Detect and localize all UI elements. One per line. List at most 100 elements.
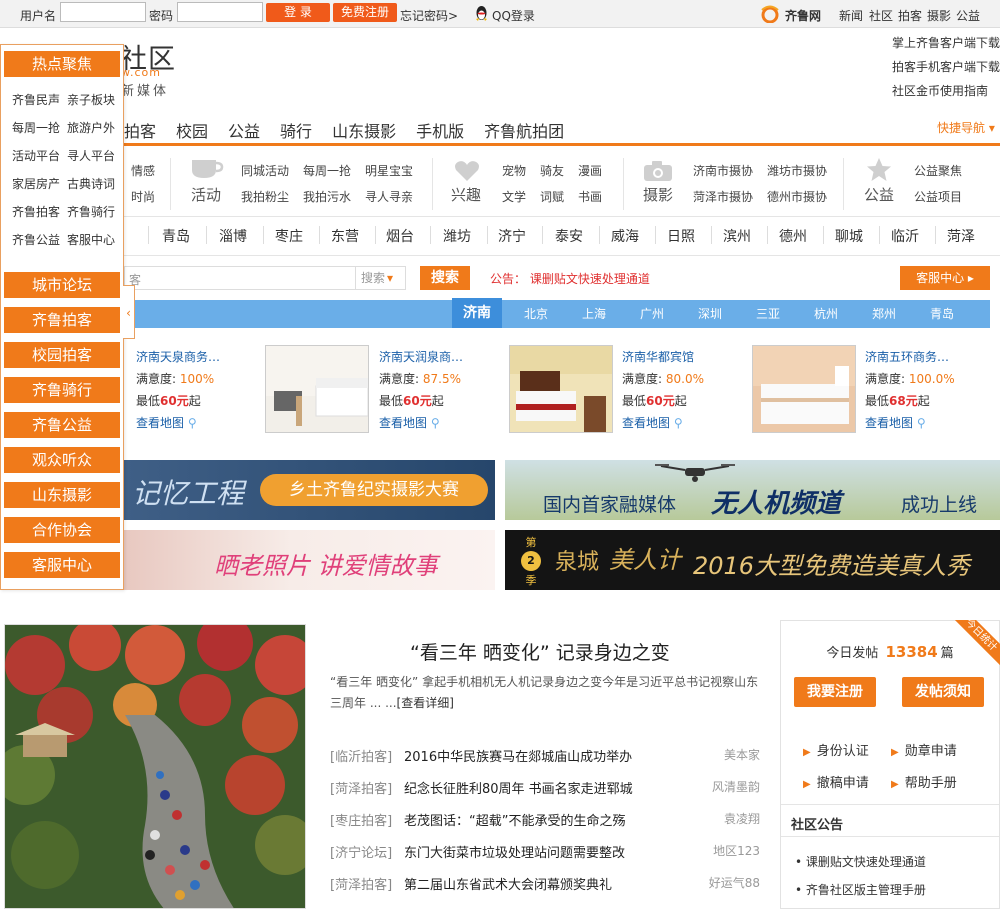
hotel-name[interactable]: 济南五环商务…: [865, 348, 949, 365]
cat-title-charity[interactable]: 公益: [864, 184, 894, 205]
city-link[interactable]: 日照: [667, 226, 695, 246]
news-row[interactable]: [济宁论坛] 东门大街菜市垃圾处理站问题需要整改 地区123: [330, 842, 760, 862]
hot-focus-link[interactable]: 活动平台: [12, 147, 60, 164]
news-row[interactable]: [菏泽拍客] 第二届山东省武术大会闭幕颁奖典礼 好运气88: [330, 874, 760, 894]
hot-focus-link[interactable]: 每周一抢: [12, 119, 60, 136]
city-link[interactable]: 威海: [611, 226, 639, 246]
cat-link-heze-photo[interactable]: 菏泽市摄协: [693, 188, 753, 205]
hot-focus-button[interactable]: 齐鲁拍客: [4, 307, 120, 333]
hot-focus-button[interactable]: 客服中心: [4, 552, 120, 578]
hot-focus-link[interactable]: 家居房产: [12, 175, 60, 192]
cat-link-poetry[interactable]: 词赋: [540, 188, 564, 205]
banner-memory-project[interactable]: 记忆工程 乡土齐鲁纪实摄影大赛: [124, 460, 495, 520]
news-author[interactable]: 美本家: [724, 746, 760, 763]
news-title[interactable]: 东门大街菜市垃圾处理站问题需要整改: [404, 842, 625, 861]
site-name[interactable]: 齐鲁网: [785, 7, 821, 24]
news-row[interactable]: [枣庄拍客] 老茂图话：“超载”不能承受的生命之殇 袁凌翔: [330, 810, 760, 830]
hotel-city-tab[interactable]: 青岛: [930, 305, 954, 322]
qq-login-link[interactable]: QQ登录: [492, 7, 535, 24]
news-category[interactable]: [枣庄拍客]: [330, 810, 392, 829]
hot-focus-link[interactable]: 客服中心: [67, 231, 115, 248]
news-row[interactable]: [菏泽拍客] 纪念长征胜利80周年 书画名家走进郓城 风清墨韵: [330, 778, 760, 798]
cat-link-emotion[interactable]: 情感: [131, 162, 155, 179]
hotel-city-tab[interactable]: 郑州: [872, 305, 896, 322]
news-author[interactable]: 好运气88: [709, 874, 760, 891]
register-now-button[interactable]: 我要注册: [794, 677, 876, 707]
news-title[interactable]: 纪念长征胜利80周年 书画名家走进郓城: [404, 778, 633, 797]
cat-link-comics[interactable]: 漫画: [578, 162, 602, 179]
cat-title-activity[interactable]: 活动: [191, 184, 221, 205]
cat-link-sewage[interactable]: 我拍污水: [303, 188, 351, 205]
cat-link-local-activity[interactable]: 同城活动: [241, 162, 289, 179]
nav-item-mobile[interactable]: 手机版: [416, 122, 464, 141]
banner-drone-channel[interactable]: 国内首家融媒体 无人机频道 成功上线: [505, 460, 1000, 520]
news-category[interactable]: [菏泽拍客]: [330, 874, 392, 893]
news-title[interactable]: 老茂图话：“超载”不能承受的生命之殇: [404, 810, 625, 829]
announcement-item[interactable]: • 课删贴文快速处理通道: [795, 853, 926, 870]
forgot-password-link[interactable]: 忘记密码>: [400, 7, 458, 24]
hot-focus-button[interactable]: 齐鲁公益: [4, 412, 120, 438]
news-category[interactable]: [临沂拍客]: [330, 746, 392, 765]
news-row[interactable]: [临沂拍客] 2016中华民族赛马在郯城庙山成功举办 美本家: [330, 746, 760, 766]
banner-beauty-show[interactable]: 第 2 季 泉城 美人计 2016大型免费造美真人秀: [505, 530, 1000, 590]
hotel-thumbnail[interactable]: [509, 345, 613, 433]
coin-guide-link[interactable]: 社区金币使用指南: [892, 82, 988, 99]
search-button[interactable]: 搜索: [420, 266, 470, 290]
identity-verify-link[interactable]: ▶ 身份认证: [803, 740, 869, 759]
cat-title-photo[interactable]: 摄影: [643, 184, 673, 205]
cat-link-jinan-photo[interactable]: 济南市摄协: [693, 162, 753, 179]
hotel-city-tab[interactable]: 杭州: [814, 305, 838, 322]
city-link[interactable]: 聊城: [835, 226, 863, 246]
city-link[interactable]: 德州: [779, 226, 807, 246]
news-author[interactable]: 地区123: [713, 842, 760, 859]
hotel-city-tab[interactable]: 深圳: [698, 305, 722, 322]
city-link[interactable]: 青岛: [162, 226, 190, 246]
login-button[interactable]: 登 录: [266, 3, 330, 22]
notice-link[interactable]: 课删贴文快速处理通道: [530, 272, 650, 286]
nav-item-photo[interactable]: 山东摄影: [332, 122, 396, 141]
city-link[interactable]: 烟台: [386, 226, 414, 246]
city-link[interactable]: 济宁: [498, 226, 526, 246]
search-type-select[interactable]: 搜索 ▾: [355, 266, 406, 290]
toplink-community[interactable]: 社区: [869, 7, 893, 24]
tab-jinan[interactable]: 济南: [452, 298, 502, 328]
feature-title[interactable]: “看三年 晒变化” 记录身边之变: [410, 638, 670, 665]
withdraw-apply-link[interactable]: ▶ 撤稿申请: [803, 772, 869, 791]
cat-link-dezhou-photo[interactable]: 德州市摄协: [767, 188, 827, 205]
register-button[interactable]: 免费注册: [333, 3, 397, 22]
hot-focus-link[interactable]: 齐鲁公益: [12, 231, 60, 248]
hot-focus-button[interactable]: 山东摄影: [4, 482, 120, 508]
username-input[interactable]: [60, 2, 146, 22]
cat-link-literature[interactable]: 文学: [502, 188, 526, 205]
hotel-thumbnail[interactable]: [265, 345, 369, 433]
cat-link-dust[interactable]: 我拍粉尘: [241, 188, 289, 205]
nav-item-campus[interactable]: 校园: [176, 122, 208, 141]
news-category[interactable]: [菏泽拍客]: [330, 778, 392, 797]
city-link[interactable]: 潍坊: [443, 226, 471, 246]
news-author[interactable]: 风清墨韵: [712, 778, 760, 795]
hotel-city-tab[interactable]: 上海: [582, 305, 606, 322]
hot-focus-link[interactable]: 寻人平台: [67, 147, 115, 164]
hotel-name[interactable]: 济南天润泉商…: [379, 348, 463, 365]
view-map-link[interactable]: 查看地图 ⚲: [622, 414, 683, 431]
city-link[interactable]: 东营: [331, 226, 359, 246]
city-link[interactable]: 泰安: [555, 226, 583, 246]
hot-focus-link[interactable]: 齐鲁民声: [12, 91, 60, 108]
service-center-button[interactable]: 客服中心 ▸: [900, 266, 990, 290]
cat-link-fashion[interactable]: 时尚: [131, 188, 155, 205]
hot-focus-button[interactable]: 城市论坛: [4, 272, 120, 298]
cat-link-riders[interactable]: 骑友: [540, 162, 564, 179]
news-author[interactable]: 袁凌翔: [724, 810, 760, 827]
feature-image[interactable]: [4, 624, 306, 909]
city-link[interactable]: 淄博: [219, 226, 247, 246]
cat-link-star-baby[interactable]: 明星宝宝: [365, 162, 413, 179]
hot-focus-button[interactable]: 合作协会: [4, 517, 120, 543]
download-app-link[interactable]: 掌上齐鲁客户端下载: [892, 34, 1000, 51]
hotel-name[interactable]: 济南天泉商务…: [136, 348, 220, 365]
city-link[interactable]: 枣庄: [275, 226, 303, 246]
medal-apply-link[interactable]: ▶ 勋章申请: [891, 740, 957, 759]
toplink-charity[interactable]: 公益: [956, 7, 980, 24]
nav-item-cycling[interactable]: 骑行: [280, 122, 312, 141]
news-title[interactable]: 2016中华民族赛马在郯城庙山成功举办: [404, 746, 632, 765]
hot-focus-link[interactable]: 亲子板块: [67, 91, 115, 108]
